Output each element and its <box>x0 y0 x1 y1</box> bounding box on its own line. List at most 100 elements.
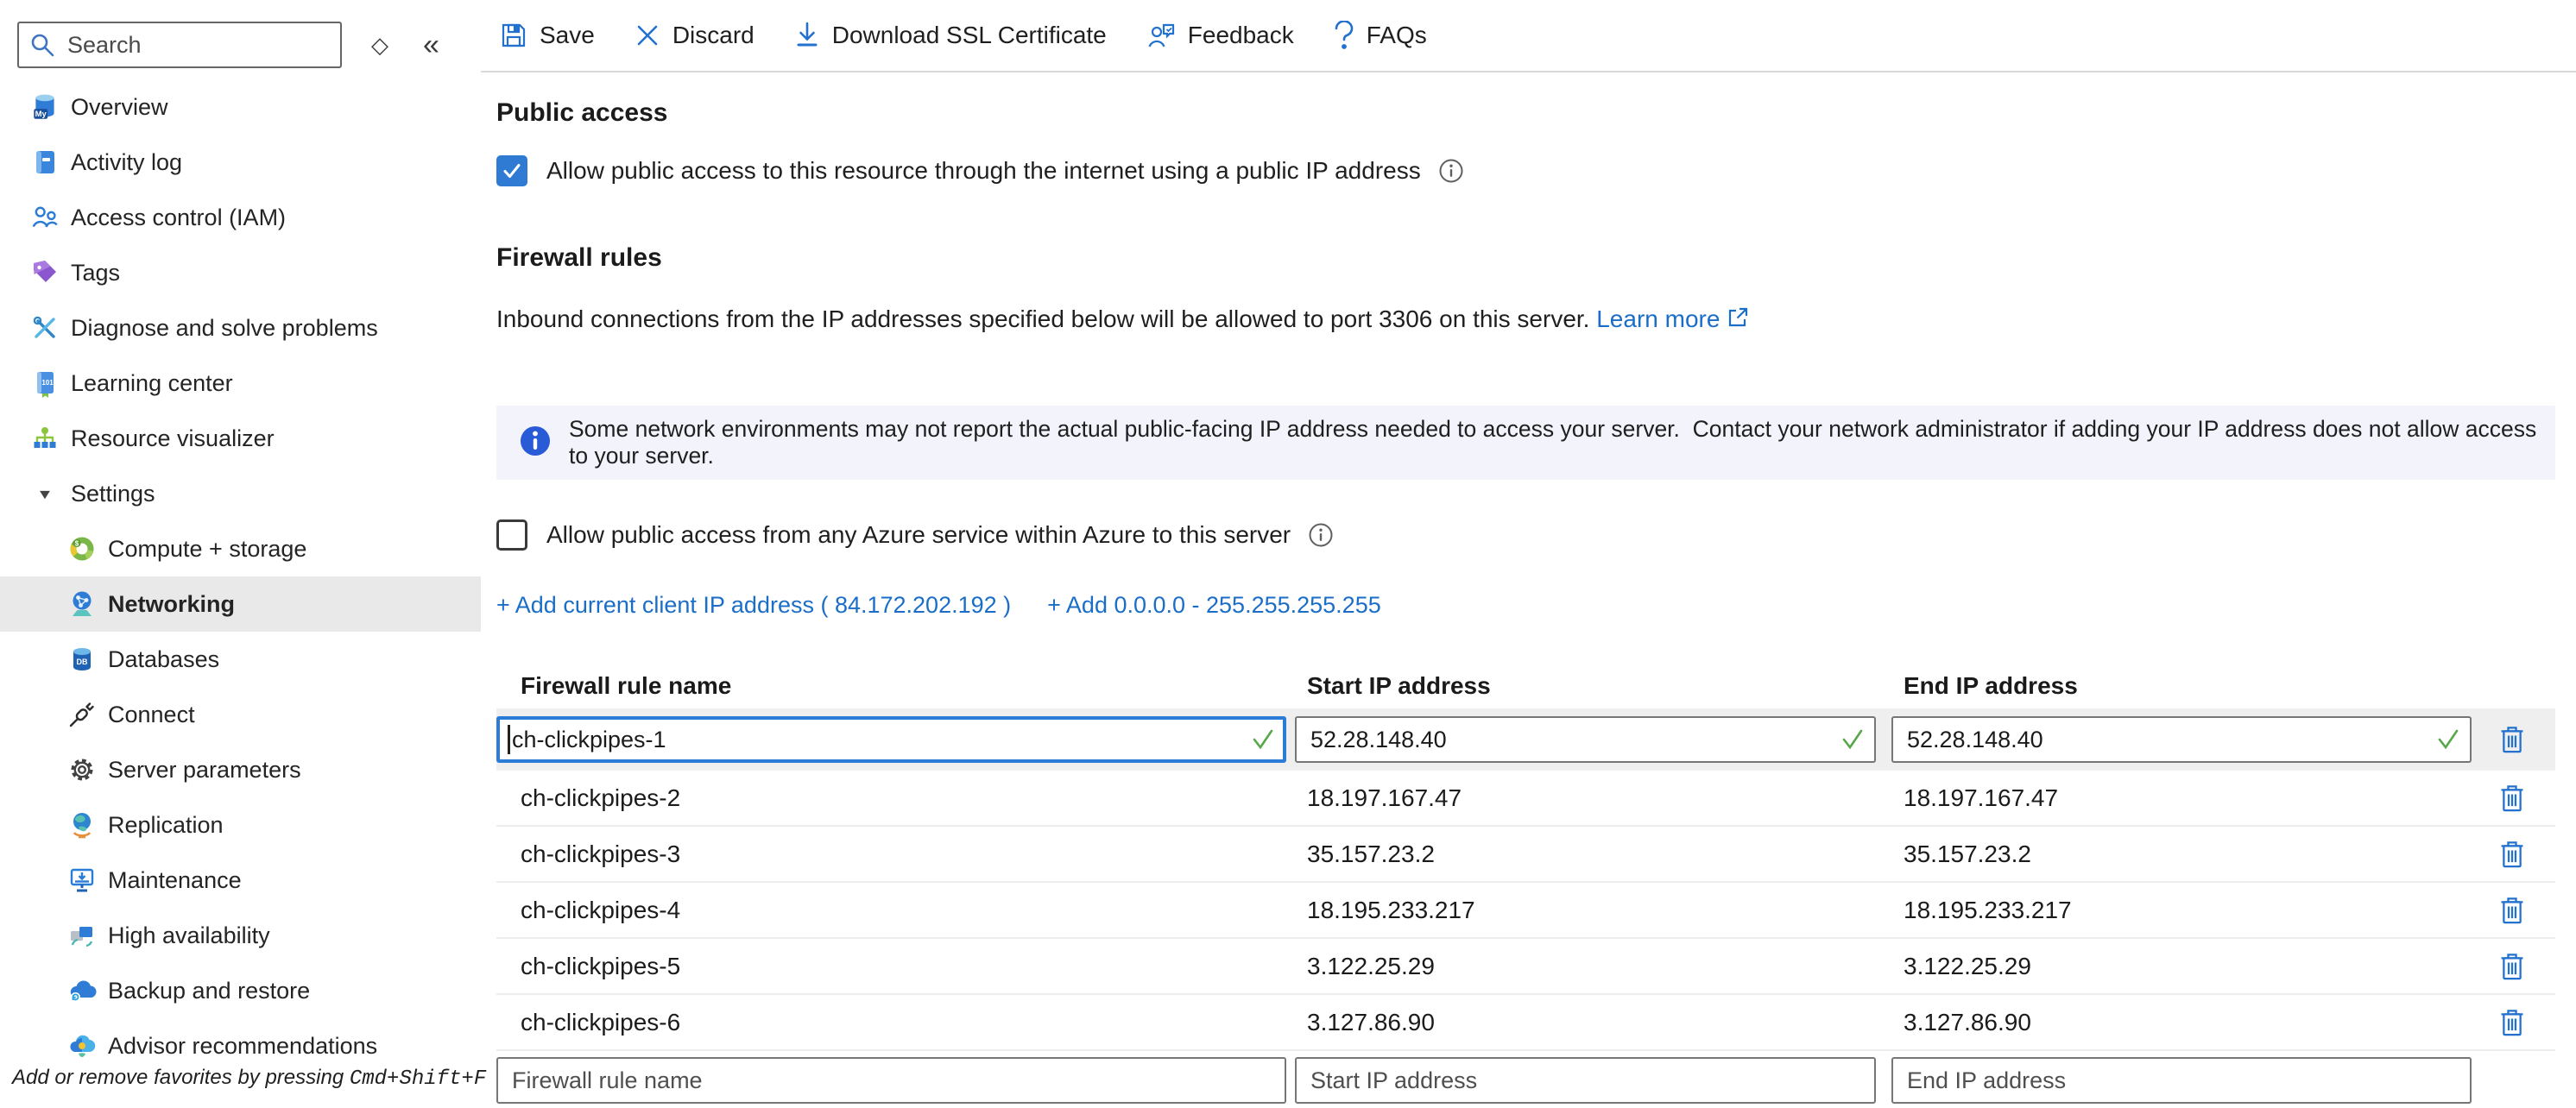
sidebar-item-label: Activity log <box>71 149 182 176</box>
rule-end-ip: 18.195.233.217 <box>1891 897 2472 924</box>
valid-check-icon <box>1252 728 1274 755</box>
networking-content: Public access Allow public access to thi… <box>481 74 2576 1094</box>
svg-text:My: My <box>35 110 47 119</box>
azure-services-checkbox[interactable] <box>496 519 527 551</box>
table-row-editing <box>496 708 2555 771</box>
sidebar-item-tags[interactable]: Tags <box>0 245 481 300</box>
public-access-checkbox[interactable] <box>496 155 527 186</box>
sidebar-item-networking[interactable]: Networking <box>0 576 481 632</box>
info-outline-icon[interactable] <box>1308 522 1334 548</box>
new-end-ip-input[interactable] <box>1891 1057 2472 1104</box>
question-icon <box>1334 21 1354 50</box>
people-icon <box>28 202 62 233</box>
svg-text:101: 101 <box>41 379 54 387</box>
faqs-button[interactable]: FAQs <box>1334 21 1427 50</box>
header-end-ip: End IP address <box>1891 672 2472 700</box>
sidebar-item-label: Replication <box>108 812 224 839</box>
favorites-hint-keys: Cmd+Shift+F <box>350 1067 486 1091</box>
sidebar-search <box>17 22 342 68</box>
info-outline-icon[interactable] <box>1438 158 1464 184</box>
delete-rule-button[interactable] <box>2497 782 2527 815</box>
sidebar-item-high-availability[interactable]: High availability <box>0 908 481 963</box>
delete-rule-button[interactable] <box>2497 723 2527 756</box>
plug-icon <box>65 699 99 730</box>
header-start-ip: Start IP address <box>1295 672 1876 700</box>
sidebar-item-diagnose[interactable]: Diagnose and solve problems <box>0 300 481 356</box>
delete-rule-button[interactable] <box>2497 1006 2527 1039</box>
sidebar-item-label: Compute + storage <box>108 536 306 563</box>
sidebar-item-label: Server parameters <box>108 757 301 784</box>
tools-icon <box>28 312 62 343</box>
azure-services-checkbox-row: Allow public access from any Azure servi… <box>496 519 2555 551</box>
sidebar-item-backup-restore[interactable]: Backup and restore <box>0 963 481 1018</box>
sidebar-item-label: Diagnose and solve problems <box>71 315 378 342</box>
azure-services-checkbox-label: Allow public access from any Azure servi… <box>546 521 1291 549</box>
sidebar-item-label: Backup and restore <box>108 978 310 1004</box>
gear-icon <box>65 754 99 785</box>
advisor-icon <box>65 1030 99 1061</box>
discard-button[interactable]: Discard <box>635 22 754 49</box>
save-button[interactable]: Save <box>500 22 595 49</box>
sidebar-item-replication[interactable]: Replication <box>0 797 481 853</box>
sidebar-group-settings[interactable]: ▾ Settings <box>0 466 481 521</box>
sidebar-item-label: Maintenance <box>108 867 242 894</box>
sidebar-item-resource-visualizer[interactable]: Resource visualizer <box>0 411 481 466</box>
feedback-button[interactable]: Feedback <box>1146 22 1294 49</box>
sidebar-item-label: Connect <box>108 702 195 728</box>
download-icon <box>794 21 820 50</box>
mysql-server-icon: My <box>28 91 62 123</box>
svg-text:$: $ <box>75 540 79 548</box>
maintenance-monitor-icon <box>65 865 99 896</box>
networking-icon <box>65 589 99 620</box>
delete-rule-button[interactable] <box>2497 950 2527 983</box>
command-bar: Save Discard Download SSL Certificate Fe… <box>481 0 2576 72</box>
collapse-menu-icon[interactable]: « <box>423 28 437 62</box>
start-ip-input[interactable] <box>1295 716 1876 763</box>
discard-x-icon <box>635 22 660 48</box>
rule-end-ip: 3.122.25.29 <box>1891 953 2472 980</box>
external-link-icon <box>1727 306 1749 335</box>
sidebar-item-label: Databases <box>108 646 219 673</box>
sidebar-item-label: Learning center <box>71 370 233 397</box>
sidebar-item-label: Advisor recommendations <box>108 1033 377 1060</box>
rule-start-ip: 3.122.25.29 <box>1295 953 1876 980</box>
pin-diamond-icon[interactable]: ◇ <box>371 32 388 59</box>
end-ip-input[interactable] <box>1891 716 2472 763</box>
add-client-ip-link[interactable]: + Add current client IP address ( 84.172… <box>496 592 1011 619</box>
svg-text:DB: DB <box>77 658 88 666</box>
sidebar-item-databases[interactable]: DB Databases <box>0 632 481 687</box>
compute-storage-icon: $ <box>65 533 99 564</box>
sidebar-item-compute-storage[interactable]: $ Compute + storage <box>0 521 481 576</box>
sidebar-item-label: Access control (IAM) <box>71 205 286 231</box>
database-icon: DB <box>65 644 99 675</box>
sidebar-item-server-parameters[interactable]: Server parameters <box>0 742 481 797</box>
learn-more-link[interactable]: Learn more <box>1596 305 1720 332</box>
sidebar-item-overview[interactable]: My Overview <box>0 79 481 135</box>
sidebar-item-learning-center[interactable]: 101 Learning center <box>0 356 481 411</box>
sidebar-item-maintenance[interactable]: Maintenance <box>0 853 481 908</box>
info-banner: Some network environments may not report… <box>496 406 2555 480</box>
rule-name-input[interactable] <box>496 716 1286 763</box>
add-all-ips-link[interactable]: + Add 0.0.0.0 - 255.255.255.255 <box>1047 592 1381 619</box>
download-ssl-button[interactable]: Download SSL Certificate <box>794 21 1107 50</box>
chevron-down-icon: ▾ <box>28 478 62 509</box>
favorites-hint: Add or remove favorites by pressing Cmd+… <box>12 1066 486 1091</box>
new-start-ip-input[interactable] <box>1295 1057 1876 1104</box>
search-input[interactable] <box>17 22 342 68</box>
backup-cloud-icon <box>65 975 99 1006</box>
new-rule-name-input[interactable] <box>496 1057 1286 1104</box>
sidebar-item-label: Networking <box>108 591 235 618</box>
sidebar-item-connect[interactable]: Connect <box>0 687 481 742</box>
save-icon <box>500 22 527 49</box>
rule-start-ip: 3.127.86.90 <box>1295 1009 1876 1036</box>
delete-rule-button[interactable] <box>2497 838 2527 871</box>
sidebar: ◇ « My Overview Activity log Access cont… <box>0 0 481 1094</box>
table-row: ch-clickpipes-3 35.157.23.2 35.157.23.2 <box>496 827 2555 883</box>
sidebar-item-activity-log[interactable]: Activity log <box>0 135 481 190</box>
info-filled-icon <box>517 423 553 463</box>
table-row: ch-clickpipes-5 3.122.25.29 3.122.25.29 <box>496 939 2555 995</box>
delete-rule-button[interactable] <box>2497 894 2527 927</box>
sidebar-nav: My Overview Activity log Access control … <box>0 79 481 1073</box>
sidebar-item-access-control[interactable]: Access control (IAM) <box>0 190 481 245</box>
text-caret <box>508 725 510 754</box>
